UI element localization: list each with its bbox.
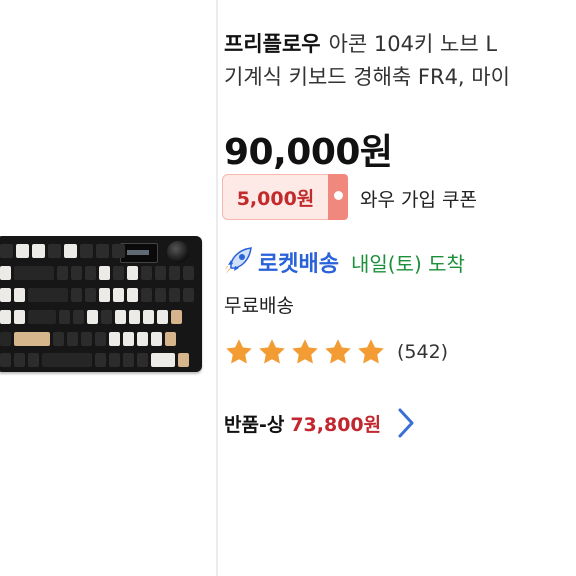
key-row [0, 353, 189, 367]
return-deal-label: 반품-상 [224, 413, 285, 436]
key-row [0, 332, 176, 346]
star-icon [358, 339, 384, 364]
star-icon [226, 339, 252, 364]
key-row [0, 244, 125, 258]
rating-stars[interactable]: (542) [224, 337, 448, 367]
rocket-delivery-row: 로켓배송 내일(토) 도착 [222, 244, 465, 280]
key-row [0, 288, 194, 302]
keyboard-display-screen [120, 243, 158, 263]
keyboard-knob [167, 241, 189, 263]
coupon-stub [328, 174, 348, 220]
product-title-text: 아콘 104키 노브 L [328, 32, 498, 56]
key-row [0, 310, 182, 324]
return-deal-price: 73,800원 [290, 413, 382, 436]
product-title-text-2: 기계식 키보드 경해축 FR4, 마이 [224, 65, 510, 89]
chevron-right-icon[interactable] [395, 405, 417, 441]
sale-price: 90,000원 [224, 132, 393, 173]
keyboard-product-image[interactable] [0, 236, 202, 372]
pane-divider [216, 0, 218, 576]
brand-name[interactable]: 프리플로우 [224, 32, 321, 56]
product-title-line-2[interactable]: 기계식 키보드 경해축 FR4, 마이 [224, 61, 510, 91]
key-row [0, 266, 194, 280]
star-icon [325, 339, 351, 364]
free-shipping-label: 무료배송 [224, 295, 294, 317]
coupon-amount: 5,000원 [222, 174, 328, 220]
return-deal-row[interactable]: 반품-상 73,800원 [224, 405, 417, 441]
rocket-icon [222, 243, 256, 281]
product-image-pane [0, 0, 218, 576]
coupon-badge[interactable]: 5,000원 [222, 174, 348, 220]
arrival-date: 내일(토) 도착 [350, 251, 465, 276]
star-icon [292, 339, 318, 364]
product-title-line-1[interactable]: 프리플로우 아콘 104키 노브 L [224, 28, 497, 58]
rocket-delivery-label: 로켓배송 [258, 252, 339, 277]
review-count[interactable]: (542) [397, 341, 448, 363]
star-icon [259, 339, 285, 364]
coupon-label[interactable]: 와우 가입 쿠폰 [360, 185, 477, 212]
